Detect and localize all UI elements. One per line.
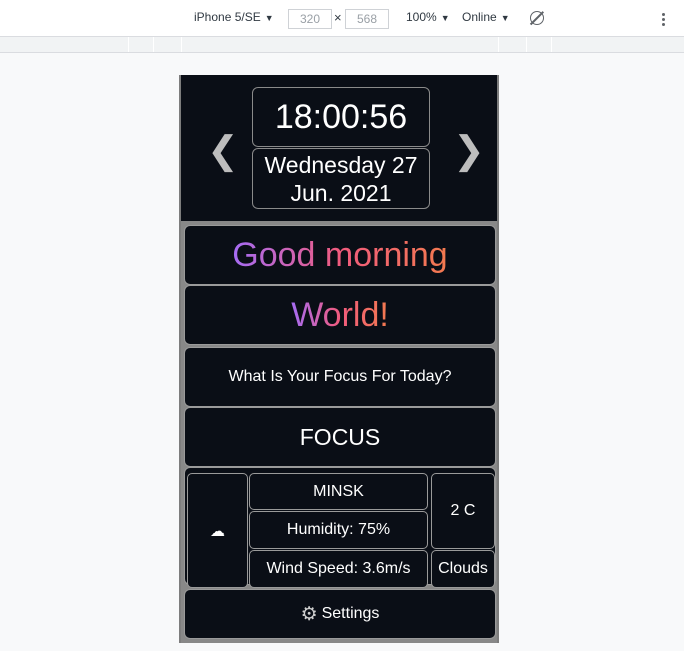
name-panel[interactable]: World! xyxy=(184,285,496,345)
device-name: iPhone 5/SE xyxy=(194,10,261,24)
clock-date: Wednesday 27 Jun. 2021 xyxy=(252,148,430,209)
weather-humidity: Humidity: 75% xyxy=(249,511,428,549)
device-select[interactable]: iPhone 5/SE ▼ xyxy=(194,10,274,24)
clock-section: ❮ 18:00:56 Wednesday 27 Jun. 2021 ❯ xyxy=(181,75,497,221)
cloud-icon: ☁ xyxy=(187,473,248,588)
date-month-year: Jun. 2021 xyxy=(290,179,392,206)
next-arrow-icon[interactable]: ❯ xyxy=(453,131,485,171)
kebab-menu-icon[interactable] xyxy=(662,13,665,27)
focus-prompt: What Is Your Focus For Today? xyxy=(228,368,452,385)
chevron-down-icon: ▼ xyxy=(264,13,274,23)
greeting-panel: Good morning xyxy=(184,225,496,285)
gear-icon: ⚙ xyxy=(300,603,318,625)
focus-input[interactable]: FOCUS xyxy=(184,407,496,467)
weather-temperature: 2 C xyxy=(431,473,495,549)
settings-button[interactable]: ⚙ Settings xyxy=(184,589,496,639)
network-value: Online xyxy=(462,10,497,24)
chevron-down-icon: ▼ xyxy=(500,13,510,23)
weather-description: Clouds xyxy=(431,550,495,588)
devtools-toolbar: iPhone 5/SE ▼ 320 × 568 100% ▼ Online ▼ xyxy=(0,0,684,37)
rotate-icon[interactable] xyxy=(530,11,544,25)
network-select[interactable]: Online ▼ xyxy=(462,10,510,24)
phone-viewport: ❮ 18:00:56 Wednesday 27 Jun. 2021 ❯ Good… xyxy=(179,75,499,643)
weather-wind: Wind Speed: 3.6m/s xyxy=(249,550,428,588)
weather-city[interactable]: MINSK xyxy=(249,473,428,510)
focus-value[interactable]: FOCUS xyxy=(300,424,381,451)
times-icon: × xyxy=(334,10,342,25)
media-query-ruler xyxy=(0,37,684,53)
height-input[interactable]: 568 xyxy=(345,9,389,29)
settings-label: Settings xyxy=(321,605,380,622)
prev-arrow-icon[interactable]: ❮ xyxy=(207,131,239,171)
clock-time: 18:00:56 xyxy=(252,87,430,147)
greeting-text: Good morning xyxy=(232,235,448,274)
weather-widget: ☁ MINSK Humidity: 75% Wind Speed: 3.6m/s… xyxy=(184,467,496,588)
chevron-down-icon: ▼ xyxy=(440,13,450,23)
date-weekday: Wednesday 27 xyxy=(264,151,418,178)
zoom-value: 100% xyxy=(406,10,437,24)
name-text[interactable]: World! xyxy=(291,296,389,335)
width-input[interactable]: 320 xyxy=(288,9,332,29)
focus-prompt-panel: What Is Your Focus For Today? xyxy=(184,347,496,407)
zoom-select[interactable]: 100% ▼ xyxy=(406,10,450,24)
